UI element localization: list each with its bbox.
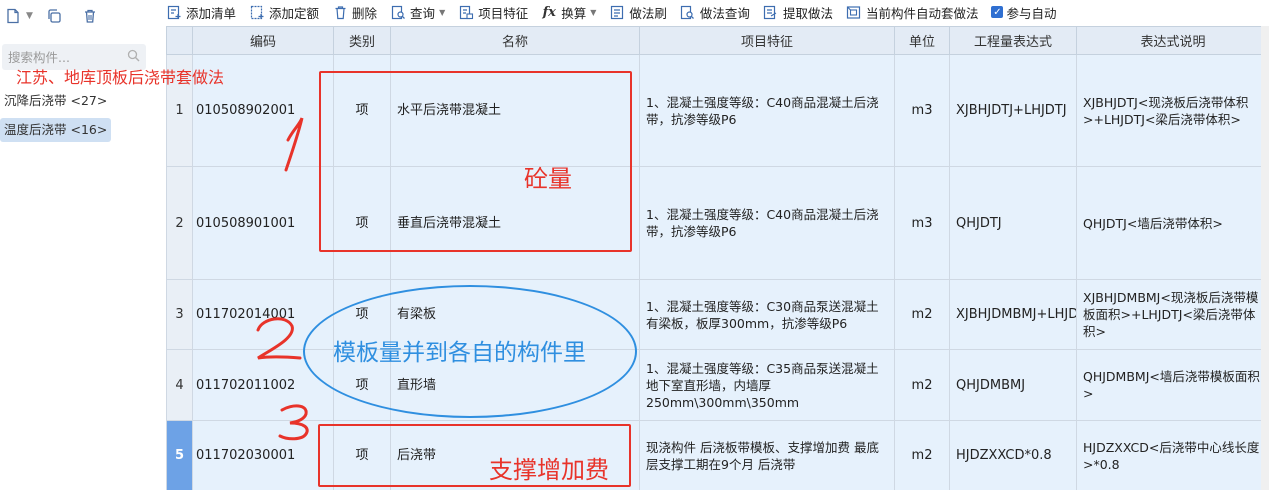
cell-unit[interactable]: m2: [894, 420, 950, 490]
delete-component-icon[interactable]: [79, 5, 101, 27]
function-icon: fx: [542, 4, 556, 20]
cell-feature[interactable]: 现浇构件 后浇板带模板、支撑增加费 最底层支撑工期在9个月 后浇带: [639, 420, 895, 490]
component-item-temperature-strip[interactable]: 温度后浇带 <16>: [0, 118, 112, 142]
annotation-support-label: 支撑增加费: [489, 456, 609, 484]
method-brush-label: 做法刷: [629, 5, 667, 21]
cell-expression-desc[interactable]: XJBHJDTJ<现浇板后浇带体积>+LHJDTJ<梁后浇带体积>: [1076, 54, 1269, 167]
chevron-down-icon[interactable]: ▼: [26, 11, 33, 21]
auto-apply-method-label: 当前构件自动套做法: [865, 5, 979, 21]
add-list-label: 添加清单: [186, 5, 237, 21]
header-name[interactable]: 名称: [390, 26, 640, 55]
component-search-input[interactable]: [8, 49, 116, 65]
participate-auto-toggle[interactable]: ✓ 参与自动: [991, 3, 1056, 22]
brush-icon: [609, 4, 625, 20]
cell-expression[interactable]: HJDZXXCD*0.8: [949, 420, 1077, 490]
cell-code[interactable]: 011702030001: [192, 420, 334, 490]
cell-expression[interactable]: XJBHJDMBMJ+LHJDTJ: [949, 279, 1077, 350]
cell-feature[interactable]: 1、混凝土强度等级：C40商品混凝土后浇带，抗渗等级P6: [639, 166, 895, 280]
cell-feature[interactable]: 1、混凝土强度等级：C30商品泵送混凝土有梁板，板厚300mm，抗渗等级P6: [639, 279, 895, 350]
cell-feature[interactable]: 1、混凝土强度等级：C40商品混凝土后浇带，抗渗等级P6: [639, 54, 895, 167]
component-panel-toolbar: ▼: [2, 4, 101, 28]
row-number[interactable]: 2: [166, 166, 193, 280]
extract-method-button[interactable]: 提取做法: [763, 3, 833, 22]
cell-expression-desc[interactable]: QHJDMBMJ<墙后浇带模板面积>: [1076, 349, 1269, 421]
query-icon: [390, 4, 406, 20]
header-row-number: [166, 26, 193, 55]
cell-expression-desc[interactable]: QHJDTJ<墙后浇带体积>: [1076, 166, 1269, 280]
convert-button[interactable]: fx 换算 ▼: [541, 3, 597, 22]
cell-expression-desc[interactable]: HJDZXXCD<后浇带中心线长度>*0.8: [1076, 420, 1269, 490]
item-feature-icon: [458, 4, 474, 20]
delete-button[interactable]: 删除: [332, 3, 377, 22]
cell-expression[interactable]: QHJDTJ: [949, 166, 1077, 280]
trash-icon: [332, 4, 348, 20]
add-list-button[interactable]: 添加清单: [166, 3, 236, 22]
cell-unit[interactable]: m2: [894, 349, 950, 421]
cell-unit[interactable]: m3: [894, 54, 950, 167]
cell-expression[interactable]: XJBHJDTJ+LHJDTJ: [949, 54, 1077, 167]
header-feature[interactable]: 项目特征: [639, 26, 895, 55]
new-component-icon[interactable]: [2, 5, 24, 27]
cell-code[interactable]: 010508901001: [192, 166, 334, 280]
convert-label: 换算: [561, 5, 587, 21]
auto-apply-icon: [846, 4, 862, 20]
item-feature-label: 项目特征: [478, 5, 529, 21]
cell-unit[interactable]: m3: [894, 166, 950, 280]
add-quota-button[interactable]: 添加定额: [249, 3, 319, 22]
annotation-title: 江苏、地库顶板后浇带套做法: [16, 68, 225, 87]
header-code[interactable]: 编码: [192, 26, 334, 55]
delete-label: 删除: [352, 5, 378, 21]
row-number[interactable]: 3: [166, 279, 193, 350]
annotation-formwork-label: 模板量并到各自的构件里: [333, 340, 586, 366]
method-toolbar: 添加清单 添加定额 删除 查询▼ 项目特征 fx换算▼ 做法刷 做法查询: [166, 0, 1269, 24]
chevron-down-icon[interactable]: ▼: [590, 8, 596, 17]
method-brush-button[interactable]: 做法刷: [609, 3, 667, 22]
extract-icon: [763, 4, 779, 20]
auto-apply-method-button[interactable]: 当前构件自动套做法: [846, 3, 979, 22]
vertical-scrollbar[interactable]: [1261, 26, 1269, 490]
row-number[interactable]: 4: [166, 349, 193, 421]
cell-unit[interactable]: m2: [894, 279, 950, 350]
cell-expression-desc[interactable]: XJBHJDMBMJ<现浇板后浇带模板面积>+LHJDTJ<梁后浇带体积>: [1076, 279, 1269, 350]
method-query-icon: [680, 4, 696, 20]
annotation-concrete-label: 砼量: [524, 165, 572, 193]
query-label: 查询: [410, 5, 436, 21]
add-list-icon: [166, 4, 182, 20]
item-feature-button[interactable]: 项目特征: [458, 3, 528, 22]
header-expression[interactable]: 工程量表达式: [949, 26, 1077, 55]
component-item-settlement-strip[interactable]: 沉降后浇带 <27>: [0, 89, 111, 113]
row-number[interactable]: 5: [166, 420, 193, 490]
add-quota-label: 添加定额: [269, 5, 320, 21]
chevron-down-icon[interactable]: ▼: [439, 8, 445, 17]
header-expression-desc[interactable]: 表达式说明: [1076, 26, 1269, 55]
header-type[interactable]: 类别: [333, 26, 391, 55]
extract-method-label: 提取做法: [782, 5, 833, 21]
copy-component-icon[interactable]: [43, 5, 65, 27]
query-button[interactable]: 查询 ▼: [390, 3, 445, 22]
checkbox-checked-icon[interactable]: ✓: [991, 6, 1004, 18]
grid-header-row: 编码 类别 名称 项目特征 单位 工程量表达式 表达式说明: [166, 26, 1269, 55]
annotation-concrete-box: [319, 71, 632, 252]
cell-feature[interactable]: 1、混凝土强度等级：C35商品泵送混凝土地下室直形墙，内墙厚250mm\300m…: [639, 349, 895, 421]
header-unit[interactable]: 单位: [894, 26, 950, 55]
search-icon[interactable]: [127, 49, 140, 66]
cell-expression[interactable]: QHJDMBMJ: [949, 349, 1077, 421]
participate-auto-label: 参与自动: [1006, 5, 1057, 21]
add-quota-icon: [249, 4, 265, 20]
method-query-button[interactable]: 做法查询: [680, 3, 750, 22]
method-query-label: 做法查询: [699, 5, 750, 21]
